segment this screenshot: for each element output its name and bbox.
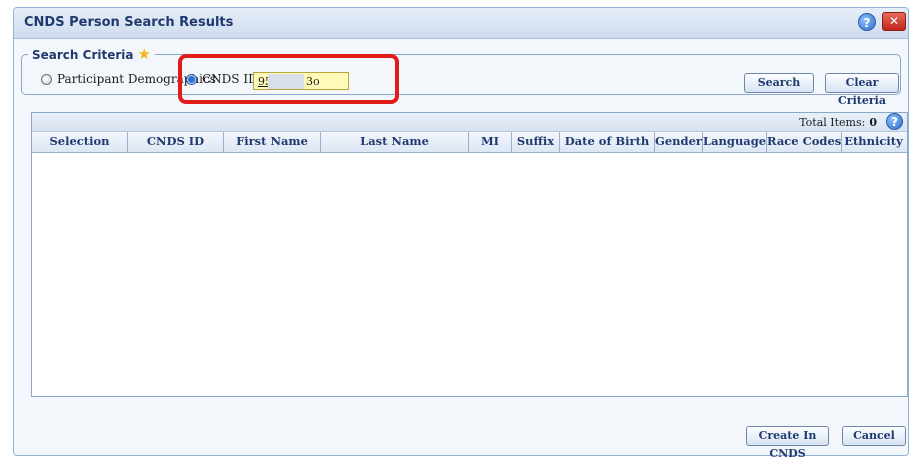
col-race-codes[interactable]: Race Codes xyxy=(767,132,842,152)
grid-header-row: Selection CNDS ID First Name Last Name M… xyxy=(32,132,907,153)
clear-criteria-button[interactable]: Clear Criteria xyxy=(825,73,899,107)
col-gender[interactable]: Gender xyxy=(655,132,703,152)
col-suffix[interactable]: Suffix xyxy=(512,132,560,152)
total-items: Total Items: 0 xyxy=(799,116,877,129)
cancel-button[interactable]: Cancel xyxy=(842,426,906,446)
search-button[interactable]: Search xyxy=(744,73,814,93)
results-grid: Total Items: 0 ? Selection CNDS ID First … xyxy=(31,112,908,397)
highlight-annotation xyxy=(178,54,399,104)
star-icon[interactable]: ★ xyxy=(137,45,150,63)
search-criteria-title: Search Criteria xyxy=(32,48,134,62)
participant-demographics-radio[interactable] xyxy=(41,74,52,85)
total-items-label: Total Items: xyxy=(799,116,866,129)
close-icon[interactable]: ✕ xyxy=(882,12,906,31)
col-selection[interactable]: Selection xyxy=(32,132,128,152)
total-items-value: 0 xyxy=(869,116,877,129)
col-first-name[interactable]: First Name xyxy=(224,132,321,152)
dialog-titlebar: CNDS Person Search Results ? ✕ xyxy=(14,8,908,39)
col-last-name[interactable]: Last Name xyxy=(321,132,469,152)
col-cnds-id[interactable]: CNDS ID xyxy=(128,132,224,152)
col-mi[interactable]: MI xyxy=(469,132,512,152)
create-in-cnds-button[interactable]: Create In CNDS xyxy=(746,426,829,460)
help-icon[interactable]: ? xyxy=(858,13,876,31)
grid-help-icon[interactable]: ? xyxy=(886,113,903,130)
search-criteria-legend: Search Criteria ★ xyxy=(28,45,155,63)
col-date-of-birth[interactable]: Date of Birth xyxy=(560,132,655,152)
dialog-title: CNDS Person Search Results xyxy=(24,15,234,30)
col-ethnicity[interactable]: Ethnicity xyxy=(842,132,905,152)
grid-body xyxy=(32,153,907,396)
results-toolbar: Total Items: 0 ? xyxy=(32,113,907,132)
col-language[interactable]: Language xyxy=(703,132,767,152)
